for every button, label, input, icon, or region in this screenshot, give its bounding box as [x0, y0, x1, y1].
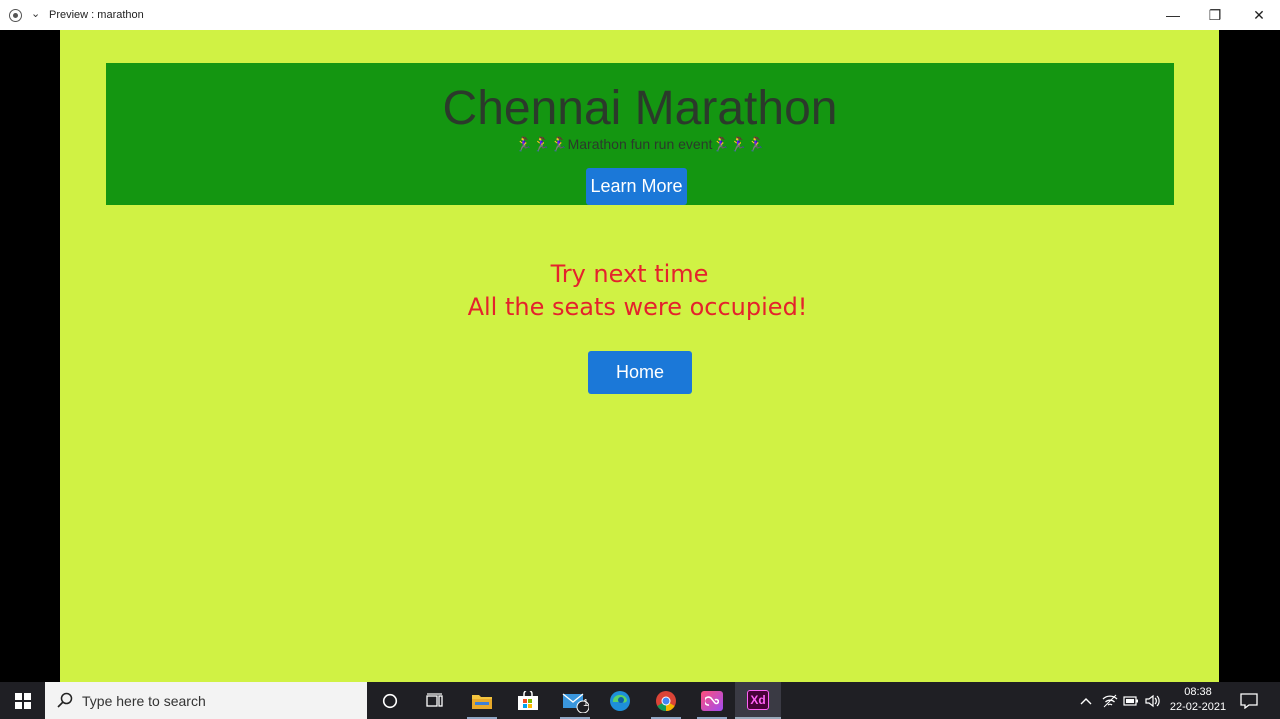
minimize-button[interactable]: —: [1151, 0, 1195, 30]
app-icon: [9, 9, 22, 22]
taskbar: Type here to search 1 Xd 08:38 22-02-202…: [0, 682, 1280, 719]
chevron-down-icon[interactable]: ⌄: [31, 7, 40, 20]
chrome-icon[interactable]: [643, 682, 689, 719]
window-title: Preview : marathon: [49, 9, 144, 21]
mail-badge: 1: [583, 698, 589, 709]
clock-time: 08:38: [1184, 686, 1212, 698]
edge-icon[interactable]: [597, 682, 643, 719]
close-button[interactable]: ✕: [1237, 0, 1280, 30]
adobe-xd-icon[interactable]: Xd: [735, 682, 781, 719]
page: Chennai Marathon 🏃‍♀️🏃‍♀️🏃‍♀️Marathon fu…: [60, 30, 1219, 682]
volume-icon[interactable]: [1143, 682, 1163, 719]
taskbar-search[interactable]: Type here to search: [45, 682, 367, 719]
window-titlebar: ⌄ Preview : marathon — ❐ ✕: [0, 0, 1280, 30]
creative-cloud-icon[interactable]: [689, 682, 735, 719]
message-line-2: All the seats were occupied!: [467, 293, 808, 321]
taskbar-clock[interactable]: 08:38 22-02-2021: [1168, 685, 1228, 715]
hero-subtitle: 🏃‍♀️🏃‍♀️🏃‍♀️Marathon fun run event🏃‍♀️🏃‍…: [515, 136, 765, 152]
start-button[interactable]: [0, 682, 45, 719]
file-explorer-icon[interactable]: [459, 682, 505, 719]
page-title: Chennai Marathon: [442, 82, 838, 135]
home-button[interactable]: Home: [588, 351, 692, 394]
cortana-icon[interactable]: [367, 682, 413, 719]
preview-viewport: Chennai Marathon 🏃‍♀️🏃‍♀️🏃‍♀️Marathon fu…: [0, 30, 1280, 682]
battery-icon[interactable]: [1121, 682, 1141, 719]
store-icon[interactable]: [505, 682, 551, 719]
wifi-icon[interactable]: [1100, 682, 1120, 719]
restore-button[interactable]: ❐: [1193, 0, 1237, 30]
message-line-1: Try next time: [550, 260, 709, 288]
clock-date: 22-02-2021: [1169, 701, 1227, 713]
hero-banner: Chennai Marathon 🏃‍♀️🏃‍♀️🏃‍♀️Marathon fu…: [106, 63, 1174, 205]
notification-center-icon[interactable]: [1236, 682, 1262, 719]
mail-icon[interactable]: 1: [552, 682, 598, 719]
task-view-icon[interactable]: [412, 682, 458, 719]
search-placeholder: Type here to search: [82, 693, 206, 709]
windows-logo-icon: [14, 692, 31, 709]
learn-more-button[interactable]: Learn More: [586, 168, 687, 205]
search-icon: [57, 692, 73, 708]
show-hidden-icons-icon[interactable]: [1076, 682, 1096, 719]
